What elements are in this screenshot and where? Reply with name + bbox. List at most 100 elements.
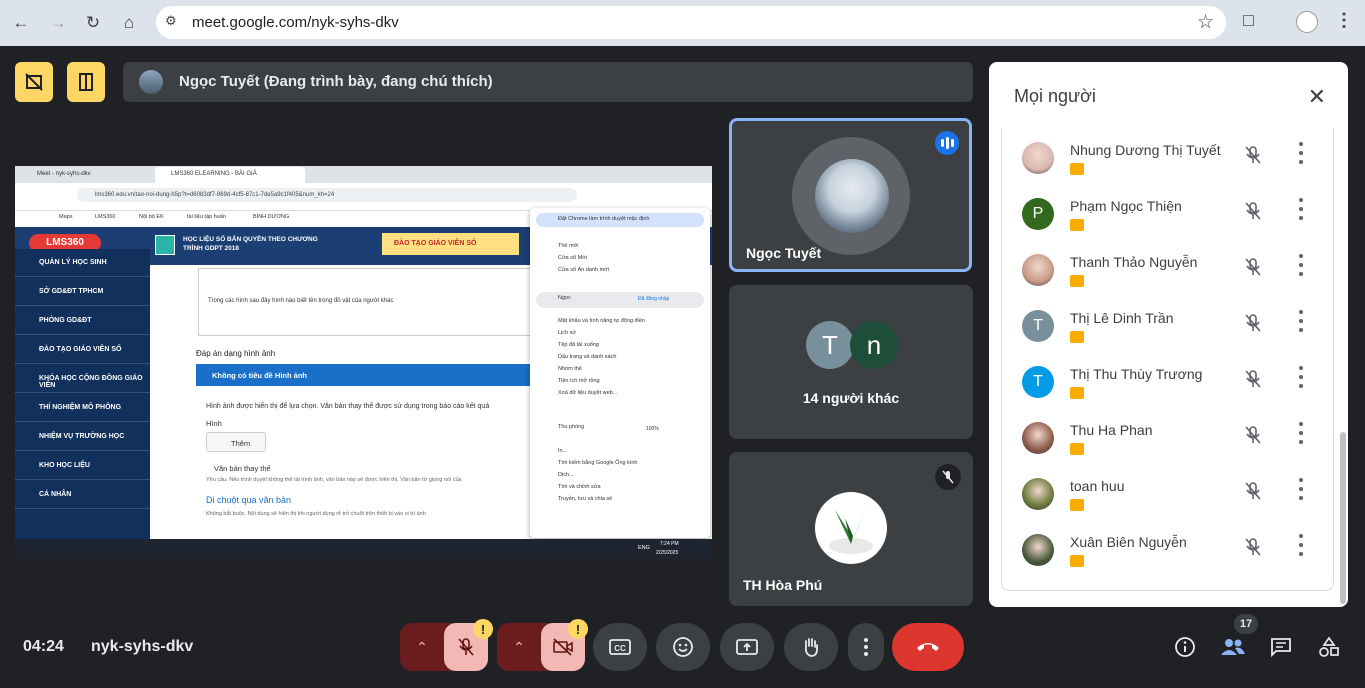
- close-panel-button[interactable]: ✕: [1308, 84, 1326, 110]
- presenting-badge-icon: [1070, 219, 1084, 231]
- more-vert-icon[interactable]: [1298, 534, 1304, 556]
- more-vert-icon[interactable]: [1298, 310, 1304, 332]
- participant-name: Nhung Dương Thị Tuyết: [1070, 142, 1221, 158]
- leave-call-button[interactable]: [892, 623, 964, 671]
- more-vert-icon[interactable]: [1298, 478, 1304, 500]
- back-icon[interactable]: ←: [8, 10, 34, 36]
- chat-button[interactable]: [1267, 633, 1295, 661]
- lms-sidebar-item[interactable]: PHÒNG GD&ĐT: [15, 307, 150, 335]
- mic-options-button[interactable]: ⌃: [400, 623, 444, 671]
- mic-off-icon[interactable]: [1242, 368, 1264, 390]
- meeting-time: 04:24: [23, 638, 64, 655]
- participant-row[interactable]: Thu Ha Phan: [1002, 408, 1322, 464]
- shared-taskbar: ENG 7:24 PM 2/25/2025: [15, 539, 712, 559]
- participant-tile-others[interactable]: T n 14 người khác: [729, 285, 973, 439]
- people-button[interactable]: [1219, 633, 1247, 661]
- lms-sidebar-item[interactable]: QUẢN LÝ HỌC SINH: [15, 249, 150, 277]
- more-vert-icon[interactable]: [1298, 254, 1304, 276]
- mic-off-icon[interactable]: [1242, 200, 1264, 222]
- mic-off-icon[interactable]: [1242, 480, 1264, 502]
- lms-sidebar-item[interactable]: THÍ NGHIỆM MÔ PHỎNG: [15, 394, 150, 422]
- mic-off-icon[interactable]: [1242, 256, 1264, 278]
- shared-tab-lms: LMS360 ELEARNING - BÀI GIẢ: [171, 171, 257, 177]
- bookmark-star-icon[interactable]: ☆: [1197, 11, 1214, 34]
- participant-row[interactable]: P Phạm Ngọc Thiện: [1002, 184, 1322, 240]
- present-button[interactable]: [720, 623, 774, 671]
- forward-icon[interactable]: →: [45, 10, 71, 36]
- mic-off-icon[interactable]: [1242, 536, 1264, 558]
- participant-row[interactable]: Xuân Biên Nguyễn: [1002, 520, 1322, 576]
- alt-label: Văn bản thay thế: [214, 464, 271, 473]
- mic-off-icon[interactable]: [1242, 312, 1264, 334]
- lms-sidebar-item[interactable]: CÁ NHÂN: [15, 481, 150, 509]
- participant-row[interactable]: Thanh Thảo Nguyễn: [1002, 240, 1322, 296]
- avatar: [1022, 478, 1054, 510]
- tile-name: Ngọc Tuyết: [746, 245, 822, 261]
- shared-menu-item: Đặt Chrome làm trình duyệt mặc định: [558, 216, 650, 222]
- lms-sidebar-item[interactable]: NHIỆM VỤ TRƯỜNG HỌC: [15, 423, 150, 451]
- home-icon[interactable]: ⌂: [116, 10, 142, 36]
- image-hint: Hình ảnh được hiển thị để lựa chọn. Văn …: [206, 403, 490, 410]
- hover-hint: Không bắt buộc. Nội dung sẽ hiển thị khi…: [206, 511, 426, 517]
- camera-off-icon: [553, 638, 573, 656]
- participant-tile-th-hoa-phu[interactable]: TH Hòa Phú: [729, 452, 973, 606]
- more-vert-icon[interactable]: [1298, 198, 1304, 220]
- lms-editor: Trong các hình sau đây hình nào biết tên…: [150, 265, 550, 539]
- site-info-icon[interactable]: ⚙: [165, 13, 183, 31]
- profile-avatar[interactable]: [1296, 11, 1318, 33]
- more-vert-icon[interactable]: [1298, 142, 1304, 164]
- participant-tile-ngoc-tuyet[interactable]: Ngọc Tuyết: [729, 118, 972, 272]
- chat-icon: [1271, 638, 1291, 658]
- lms-sidebar-item[interactable]: ĐÀO TẠO GIÁO VIÊN SỐ: [15, 336, 150, 364]
- taskbar-date: 2/25/2025: [656, 550, 679, 556]
- address-bar[interactable]: ⚙ meet.google.com/nyk-syhs-dkv ☆: [156, 6, 1226, 39]
- hover-label: Di chuột qua văn bản: [206, 495, 292, 505]
- mic-off-icon[interactable]: [1242, 144, 1264, 166]
- activities-button[interactable]: [1315, 633, 1343, 661]
- lms-sidebar-item[interactable]: SỞ GD&ĐT TPHCM: [15, 278, 150, 306]
- captions-icon: CC: [609, 639, 631, 655]
- shared-address-row: lms360.edu.vn/tao-noi-dung-h5p?t=d6083df…: [15, 183, 712, 211]
- lms-sidebar-item[interactable]: KHO HỌC LIỆU: [15, 452, 150, 480]
- raise-hand-button[interactable]: [784, 623, 838, 671]
- people-list: Nhung Dương Thị Tuyết P Phạm Ngọc Thiện Tha…: [1001, 128, 1334, 591]
- mic-warning-icon: !: [473, 619, 493, 639]
- avatar: T: [1022, 366, 1054, 398]
- reactions-button[interactable]: [656, 623, 710, 671]
- participant-row[interactable]: toan huu: [1002, 464, 1322, 520]
- people-count-badge: 17: [1234, 614, 1258, 634]
- layout-button[interactable]: [67, 62, 105, 102]
- meeting-details-button[interactable]: [1171, 633, 1199, 661]
- reload-icon[interactable]: ↻: [80, 10, 106, 36]
- browser-menu-icon[interactable]: ⋮: [1335, 10, 1353, 31]
- bm-0: Maps: [59, 214, 73, 220]
- shared-menu-item: Ngọc: [558, 295, 571, 301]
- shared-tabbar: Meet - nyk-syhs-dkv LMS360 ELEARNING - B…: [15, 166, 712, 183]
- avatar: [815, 492, 887, 564]
- participant-row[interactable]: T Thị Thu Thùy Trương: [1002, 352, 1322, 408]
- browser-toolbar: ← → ↻ ⌂ ⚙ meet.google.com/nyk-syhs-dkv ☆…: [0, 0, 1365, 46]
- shared-chrome-menu: Đã đăng nhập 100% Đặt Chrome làm trình d…: [530, 208, 710, 538]
- shared-menu-item: Thu phóng: [558, 424, 585, 430]
- more-options-button[interactable]: [848, 623, 884, 671]
- people-scrollbar[interactable]: [1340, 432, 1346, 604]
- camera-options-button[interactable]: ⌃: [497, 623, 541, 671]
- more-vert-icon[interactable]: [1298, 422, 1304, 444]
- annotation-off-icon: [25, 73, 43, 91]
- add-image-button[interactable]: Thêm: [206, 432, 266, 452]
- more-vert-icon[interactable]: [1298, 366, 1304, 388]
- extensions-icon[interactable]: □: [1243, 10, 1254, 31]
- participant-row[interactable]: T Thị Lê Dinh Trần: [1002, 296, 1322, 352]
- presenting-badge-icon: [1070, 499, 1084, 511]
- add-image-label: Thêm: [231, 439, 251, 448]
- captions-button[interactable]: CC: [593, 623, 647, 671]
- shared-menu-item: Tiện ích mở rộng: [558, 378, 600, 384]
- shared-menu-item: Dịch...: [558, 472, 574, 478]
- answer-label: Đáp án dạng hình ảnh: [196, 349, 276, 358]
- lms-sidebar-item[interactable]: KHÓA HỌC CỘNG ĐỒNG GIÁO VIÊN: [15, 365, 150, 393]
- meeting-code: nyk-syhs-dkv: [91, 638, 194, 655]
- participant-row[interactable]: Nhung Dương Thị Tuyết: [1002, 128, 1322, 184]
- speaking-indicator-icon: [935, 131, 959, 155]
- mic-off-icon[interactable]: [1242, 424, 1264, 446]
- stop-annotation-button[interactable]: [15, 62, 53, 102]
